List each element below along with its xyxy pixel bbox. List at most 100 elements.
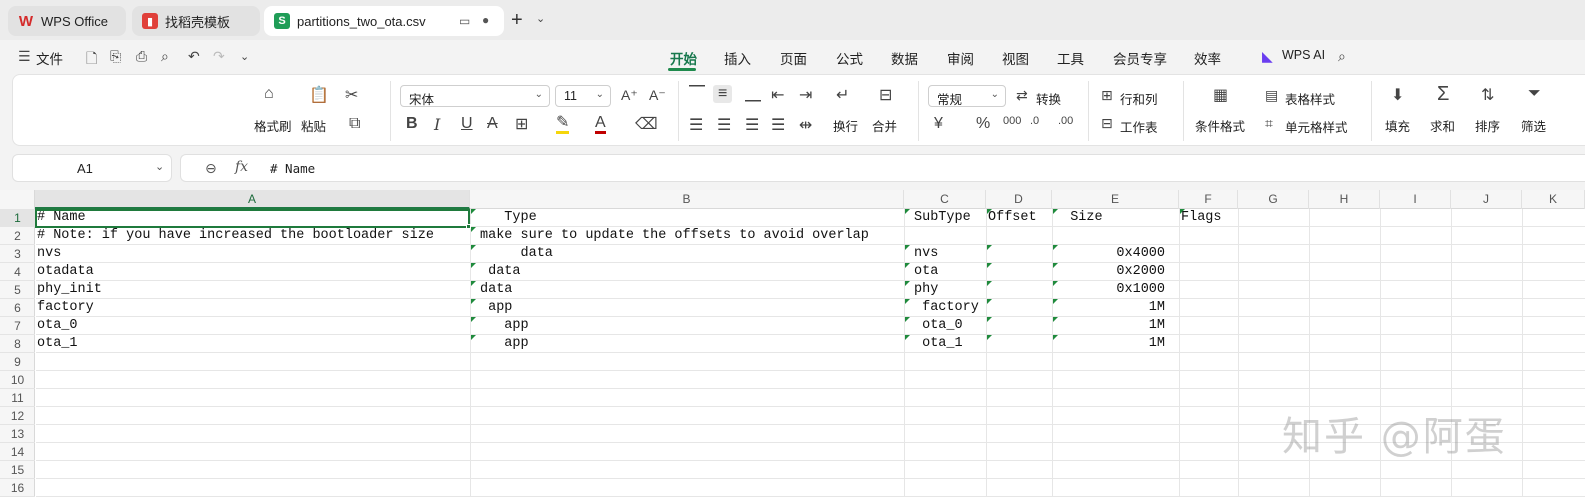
wrap-button[interactable]: 换行 (833, 116, 858, 135)
cell-a3[interactable]: nvs (37, 245, 61, 263)
column-header-h[interactable]: H (1309, 190, 1380, 209)
save-icon[interactable]: 🗋 (86, 48, 97, 72)
row-header-2[interactable]: 2 (0, 227, 35, 245)
row-header-13[interactable]: 13 (0, 425, 35, 443)
row-header-11[interactable]: 11 (0, 389, 35, 407)
cell-e8[interactable]: 1M (1054, 335, 1165, 353)
row-header-8[interactable]: 8 (0, 335, 35, 353)
menu-efficiency[interactable]: 效率 (1194, 48, 1221, 68)
align-right-icon[interactable]: ☰ (745, 115, 759, 135)
column-header-i[interactable]: I (1380, 190, 1451, 209)
border-icon[interactable]: ⊞ (515, 114, 528, 134)
cell-c8[interactable]: ota_1 (914, 335, 963, 353)
cell-a2[interactable]: # Note: if you have increased the bootlo… (37, 227, 434, 245)
cell-c7[interactable]: ota_0 (914, 317, 963, 335)
bold-icon[interactable]: B (406, 115, 418, 133)
decrease-font-icon[interactable]: A⁻ (649, 87, 666, 104)
formula-content[interactable]: # Name (270, 161, 315, 176)
name-box[interactable]: A1 ⌄ (12, 154, 172, 182)
cell-b2[interactable]: make sure to update the offsets to avoid… (480, 227, 869, 245)
print-preview-icon[interactable]: ⌕ (161, 48, 169, 65)
number-format-select[interactable]: 常规 ⌄ (928, 85, 1006, 107)
highlight-icon[interactable]: ✎ (556, 114, 570, 134)
menu-file[interactable]: 文件 (36, 48, 63, 68)
menu-formula[interactable]: 公式 (836, 48, 863, 68)
align-left-icon[interactable]: ☰ (689, 115, 703, 135)
cell-f1[interactable]: Flags (1181, 209, 1222, 227)
fill-handle[interactable] (466, 224, 471, 229)
new-tab-icon[interactable]: + (511, 9, 523, 32)
cell-e6[interactable]: 1M (1054, 299, 1165, 317)
row-header-12[interactable]: 12 (0, 407, 35, 425)
row-header-15[interactable]: 15 (0, 461, 35, 479)
copy-icon[interactable]: ⧉ (349, 115, 360, 133)
format-painter-button[interactable]: 格式刷 (254, 116, 292, 135)
worksheet-button[interactable]: 工作表 (1120, 117, 1158, 136)
unsaved-dot-icon[interactable]: ● (482, 13, 489, 27)
increase-font-icon[interactable]: A⁺ (621, 87, 638, 104)
menu-view[interactable]: 视图 (1002, 48, 1029, 68)
cell-e4[interactable]: 0x2000 (1054, 263, 1165, 281)
thousands-icon[interactable]: 000 (1003, 115, 1021, 127)
row-header-14[interactable]: 14 (0, 443, 35, 461)
cell-b5[interactable]: data (480, 281, 512, 299)
conditional-format-button[interactable]: 条件格式 (1195, 116, 1245, 135)
cell-b3[interactable]: data (480, 245, 553, 263)
sort-button[interactable]: 排序 (1475, 116, 1500, 135)
zoom-icon[interactable]: ⊖ (205, 160, 217, 177)
row-header-7[interactable]: 7 (0, 317, 35, 335)
chevron-down-icon[interactable]: ⌄ (240, 50, 249, 63)
row-header-1[interactable]: 1 (0, 209, 35, 227)
tab-csv-file[interactable]: S partitions_two_ota.csv ▭ ● (264, 6, 504, 36)
row-header-4[interactable]: 4 (0, 263, 35, 281)
column-header-a[interactable]: A (35, 190, 470, 209)
filter-button[interactable]: 筛选 (1521, 116, 1546, 135)
justify-icon[interactable]: ☰ (771, 115, 785, 135)
menu-data[interactable]: 数据 (891, 48, 918, 68)
strikethrough-icon[interactable]: A (487, 115, 498, 133)
print-icon[interactable]: ⎙ (136, 48, 147, 65)
chevron-down-icon[interactable]: ⌄ (536, 12, 545, 25)
outdent-icon[interactable]: ⇤ (771, 85, 784, 105)
hamburger-icon[interactable]: ☰ (18, 48, 31, 65)
align-center-icon[interactable]: ☰ (717, 115, 731, 135)
menu-tools[interactable]: 工具 (1057, 48, 1084, 68)
cell-a8[interactable]: ota_1 (37, 335, 78, 353)
menu-member[interactable]: 会员专享 (1113, 48, 1167, 68)
decrease-decimal-icon[interactable]: .00 (1058, 115, 1073, 127)
column-header-f[interactable]: F (1179, 190, 1238, 209)
indent-icon[interactable]: ⇥ (799, 85, 812, 105)
clear-format-icon[interactable]: ⌫ (635, 114, 658, 134)
tab-wps-office[interactable]: W WPS Office (8, 6, 126, 36)
cell-c1[interactable]: SubType (914, 209, 971, 227)
search-icon[interactable]: ⌕ (1338, 48, 1346, 65)
row-header-10[interactable]: 10 (0, 371, 35, 389)
align-bottom-icon[interactable]: ⎽ (745, 85, 761, 103)
currency-icon[interactable]: ¥ (934, 115, 943, 133)
percent-icon[interactable]: % (976, 115, 990, 133)
wps-ai-icon[interactable]: ◣ (1262, 48, 1273, 65)
merge-button[interactable]: 合并 (872, 116, 897, 135)
cell-d1[interactable]: Offset (988, 209, 1037, 227)
export-icon[interactable]: ⎘ (110, 48, 121, 65)
paste-button[interactable]: 粘贴 (301, 116, 326, 135)
monitor-icon[interactable]: ▭ (459, 14, 470, 28)
cell-c4[interactable]: ota (914, 263, 938, 281)
column-header-j[interactable]: J (1451, 190, 1522, 209)
font-name-select[interactable]: 宋体 ⌄ (400, 85, 550, 107)
row-header-6[interactable]: 6 (0, 299, 35, 317)
cell-b7[interactable]: app (480, 317, 528, 335)
cell-style-button[interactable]: 单元格样式 (1285, 117, 1348, 136)
distribute-icon[interactable]: ⇹ (799, 115, 812, 135)
column-header-k[interactable]: K (1522, 190, 1585, 209)
menu-insert[interactable]: 插入 (724, 48, 751, 68)
font-color-icon[interactable]: A (595, 114, 606, 134)
cell-b8[interactable]: app (480, 335, 528, 353)
menu-page[interactable]: 页面 (780, 48, 807, 68)
menu-review[interactable]: 审阅 (947, 48, 974, 68)
column-header-g[interactable]: G (1238, 190, 1309, 209)
font-size-select[interactable]: 11 ⌄ (555, 85, 611, 107)
cell-e5[interactable]: 0x1000 (1054, 281, 1165, 299)
italic-icon[interactable]: I (434, 115, 440, 134)
cell-c6[interactable]: factory (914, 299, 979, 317)
